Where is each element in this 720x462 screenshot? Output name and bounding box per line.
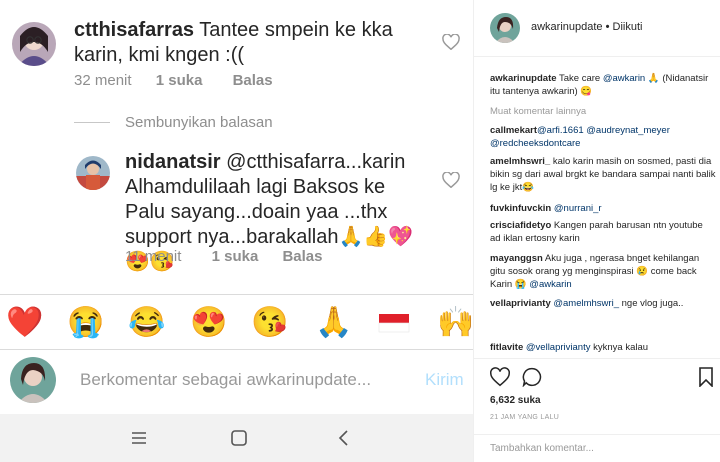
caption-mention[interactable]: @awkarin [603,73,645,84]
comment-username[interactable]: fuvkinfuvckin [490,203,551,214]
avatar[interactable] [490,13,520,43]
comment-mention[interactable]: @vellaprivianty [526,342,591,353]
avatar [10,357,56,403]
comment-mention[interactable]: @arfi.1661 [537,125,584,136]
caption: awkarinupdate Take care @awkarin 🙏 (Nida… [490,72,716,98]
comment-mention[interactable]: @amelmhswri_ [553,298,619,309]
comment-username[interactable]: callmekart [490,125,537,136]
emoji-flag-indonesia[interactable] [377,306,411,340]
comment-text: ctthisafarras Tantee smpein ke kka karin… [74,18,434,68]
nav-recents-icon[interactable] [129,428,149,448]
comment-row: mayanggsn Aku juga , ngerasa bnget kehil… [490,252,716,291]
comment-input[interactable]: Berkomentar sebagai awkarinupdate... [80,370,371,390]
reply-username[interactable]: nidanatsir [125,151,221,173]
load-more-comments[interactable]: Muat komentar lainnya [490,106,586,117]
comment-icon[interactable] [522,367,542,388]
comment-username[interactable]: fitlavite [490,342,523,353]
avatar[interactable] [12,22,56,66]
desktop-post-panel: awkarinupdate • Diikuti awkarinupdate Ta… [473,0,720,462]
nav-back-icon[interactable] [334,428,354,448]
reply-button[interactable]: Balas [282,248,322,265]
emoji-heart-eyes[interactable]: 😍 [190,306,227,340]
add-comment-placeholder: Tambahkan komentar... [490,443,594,454]
emoji-kiss[interactable]: 😘 [251,306,288,340]
bookmark-icon[interactable] [698,367,718,388]
comment-row: callmekart@arfi.1661 @audreynat_meyer @r… [490,124,716,150]
comment-username[interactable]: crisciafidetyo [490,220,551,231]
comment-text: nge vlog juga.. [618,298,684,309]
comment-username[interactable]: ctthisafarras [74,19,194,41]
comment-likes[interactable]: 1 suka [156,72,203,89]
comment-row: fuvkinfuvckin @nurrani_r [490,202,716,215]
post-header: awkarinupdate • Diikuti [474,0,720,57]
reply-button[interactable]: Balas [233,72,273,89]
heart-icon[interactable] [490,367,510,387]
follow-status[interactable]: Diikuti [613,21,643,33]
comment-mention[interactable]: @awkarin [529,279,571,290]
post-timestamp: 21 JAM YANG LALU [490,414,560,421]
comment-time: 32 menit [74,72,132,89]
comment-composer: Berkomentar sebagai awkarinupdate... Kir… [0,350,473,414]
post-button[interactable]: Kirim [425,370,464,390]
reply-meta: 11 menit 1 suka Balas [125,248,323,265]
heart-icon[interactable] [442,34,460,50]
comment-row: vellaprivianty @amelmhswri_ nge vlog jug… [490,297,716,310]
comment-row: amelmhswri_ kalo karin masih on sosmed, … [490,155,716,194]
comment-username[interactable]: amelmhswri_ [490,156,550,167]
comment-username[interactable]: mayanggsn [490,253,543,264]
comment-row: fitlavite @vellaprivianty kyknya kalau [490,341,716,354]
comment-mention[interactable]: @redcheeksdontcare [490,138,580,149]
comment-username[interactable]: vellaprivianty [490,298,551,309]
avatar[interactable] [76,156,110,190]
add-comment-input[interactable]: Tambahkan komentar... [474,434,720,462]
header-username[interactable]: awkarinupdate [531,21,603,33]
emoji-raised-hands[interactable]: 🙌 [437,306,473,340]
comment-meta: 32 menit 1 suka Balas [74,72,273,89]
comment-text: kyknya kalau [590,342,649,353]
comment-row: crisciafidetyo Kangen parah barusan ntn … [490,219,716,245]
like-count[interactable]: 6,632 suka [490,395,541,406]
hide-replies-toggle[interactable]: Sembunyikan balasan [74,114,273,131]
emoji-pray[interactable]: 🙏 [315,306,352,340]
hide-replies-label: Sembunyikan balasan [125,114,273,131]
caption-text: Take care [556,73,603,84]
divider [74,122,110,123]
emoji-heart[interactable]: ❤️ [6,306,43,340]
nav-home-icon[interactable] [229,428,249,448]
header-line: awkarinupdate • Diikuti [531,21,643,33]
heart-icon[interactable] [442,172,460,188]
caption-username[interactable]: awkarinupdate [490,73,557,84]
emoji-joy[interactable]: 😂 [128,306,165,340]
reply-mention[interactable]: @ctthisafarra [226,151,345,173]
comment-mention[interactable]: @audreynat_meyer [586,125,670,136]
reply-time: 11 menit [125,248,182,265]
mobile-comments-screen: ctthisafarras Tantee smpein ke kka karin… [0,0,473,462]
android-nav-bar [0,414,473,462]
post-actions: 6,632 suka 21 JAM YANG LALU [474,358,720,438]
reply-likes[interactable]: 1 suka [212,248,259,265]
separator: • [605,21,610,33]
emoji-quick-bar: ❤️ 😭 😂 😍 😘 🙏 🙌 [0,294,473,350]
comment-mention[interactable]: @nurrani_r [554,203,602,214]
emoji-crying[interactable]: 😭 [67,306,104,340]
